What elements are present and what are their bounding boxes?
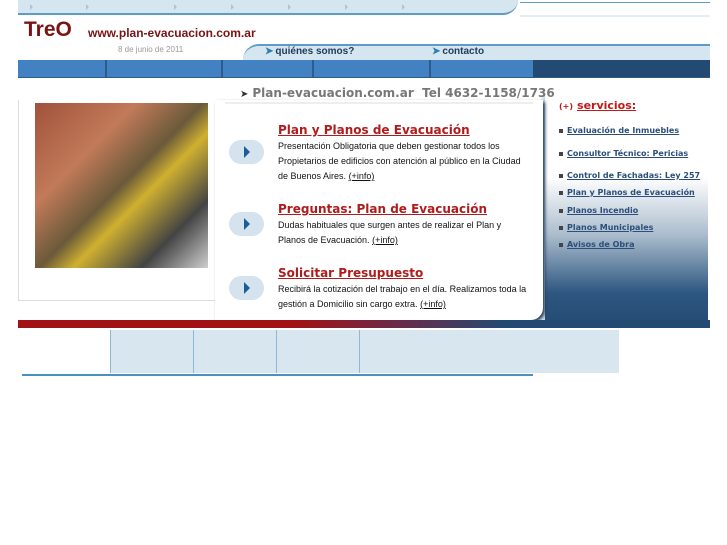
service-link[interactable]: Consultor Técnico: Pericias — [559, 149, 688, 158]
site-url: www.plan-evacuacion.com.ar — [88, 26, 256, 40]
separator — [276, 330, 277, 373]
service-link[interactable]: Planos Municipales — [559, 223, 653, 232]
services-heading: (+) servicios: — [559, 99, 636, 112]
separator — [221, 60, 223, 77]
bullet-icon — [559, 190, 563, 195]
service-label: Consultor Técnico: Pericias — [567, 149, 689, 158]
nav-contacto[interactable]: ➤ contacto — [432, 46, 484, 57]
top-decorative-bar — [18, 0, 518, 15]
tick-icon — [231, 4, 234, 10]
nav-label: quiénes somos? — [275, 46, 355, 57]
separator — [429, 60, 431, 77]
tick-icon — [86, 4, 89, 10]
service-label: Planos Incendio — [567, 206, 639, 215]
item-title-link[interactable]: Solicitar Presupuesto — [278, 266, 423, 280]
tick-icon — [345, 4, 348, 10]
bullet-icon — [559, 225, 563, 230]
service-label: Evaluación de Inmuebles — [567, 126, 680, 135]
bullet-icon — [559, 208, 563, 213]
arrow-icon: ➤ — [265, 46, 274, 57]
bullet-icon — [559, 151, 563, 156]
item-description: Presentación Obligatoria que deben gesti… — [278, 139, 528, 184]
footer-boxes — [110, 330, 619, 373]
arrow-icon: ➤ — [432, 46, 441, 57]
service-link[interactable]: Plan y Planos de Evacuación — [559, 188, 695, 197]
tick-icon — [402, 4, 405, 10]
logo[interactable]: TreO — [24, 18, 72, 42]
service-label: Plan y Planos de Evacuación — [567, 188, 695, 197]
more-info-link[interactable]: (+info) — [349, 171, 375, 181]
service-link[interactable]: Control de Fachadas: Ley 257 — [559, 171, 700, 180]
play-arrow-button[interactable] — [229, 276, 264, 300]
arrow-icon: ➤ — [240, 89, 249, 100]
divider — [520, 15, 710, 17]
more-info-link[interactable]: (+info) — [372, 235, 398, 245]
more-info-link[interactable]: (+info) — [420, 299, 446, 309]
item-description: Dudas habituales que surgen antes de rea… — [278, 218, 528, 248]
services-title[interactable]: servicios: — [577, 99, 636, 112]
service-link[interactable]: Avisos de Obra — [559, 240, 634, 249]
menu-bar — [18, 60, 710, 78]
firefighters-photo — [35, 103, 208, 268]
item-title-link[interactable]: Plan y Planos de Evacuación — [278, 123, 470, 137]
service-label: Control de Fachadas: Ley 257 — [567, 171, 701, 180]
service-link[interactable]: Planos Incendio — [559, 206, 638, 215]
nav-tab-bar: ➤ quiénes somos? ➤ contacto — [243, 44, 710, 60]
divider — [520, 2, 710, 3]
separator — [193, 330, 194, 373]
separator — [359, 330, 360, 373]
item-description: Recibirá la cotización del trabajo en el… — [278, 282, 528, 312]
bullet-icon — [559, 173, 563, 178]
service-label: Planos Municipales — [567, 223, 654, 232]
divider — [22, 374, 533, 376]
tick-icon — [288, 4, 291, 10]
headline-text: Plan-evacuacion.com.ar Tel 4632-1158/173… — [252, 86, 555, 100]
play-arrow-button[interactable] — [229, 212, 264, 236]
tick-icon — [174, 4, 177, 10]
nav-label: contacto — [442, 46, 485, 57]
desc-text: Recibirá la cotización del trabajo en el… — [278, 284, 527, 309]
bullet-icon — [559, 242, 563, 247]
tick-icon — [30, 4, 33, 10]
bullet-icon — [559, 128, 563, 133]
separator — [312, 60, 314, 77]
footer-color-bar — [18, 320, 710, 328]
item-title-link[interactable]: Preguntas: Plan de Evacuación — [278, 202, 487, 216]
play-arrow-button[interactable] — [229, 140, 264, 164]
service-link[interactable]: Evaluación de Inmuebles — [559, 126, 679, 135]
service-label: Avisos de Obra — [567, 240, 635, 249]
menu-bar-dark-segment — [533, 60, 710, 77]
nav-quienes-somos[interactable]: ➤ quiénes somos? — [265, 46, 354, 57]
plus-label: (+) — [559, 102, 574, 111]
separator — [105, 60, 107, 77]
divider — [225, 102, 533, 104]
desc-text: Presentación Obligatoria que deben gesti… — [278, 141, 521, 181]
current-date: 8 de junio de 2011 — [118, 45, 184, 54]
site-headline: ➤ Plan-evacuacion.com.ar Tel 4632-1158/17… — [240, 86, 555, 100]
